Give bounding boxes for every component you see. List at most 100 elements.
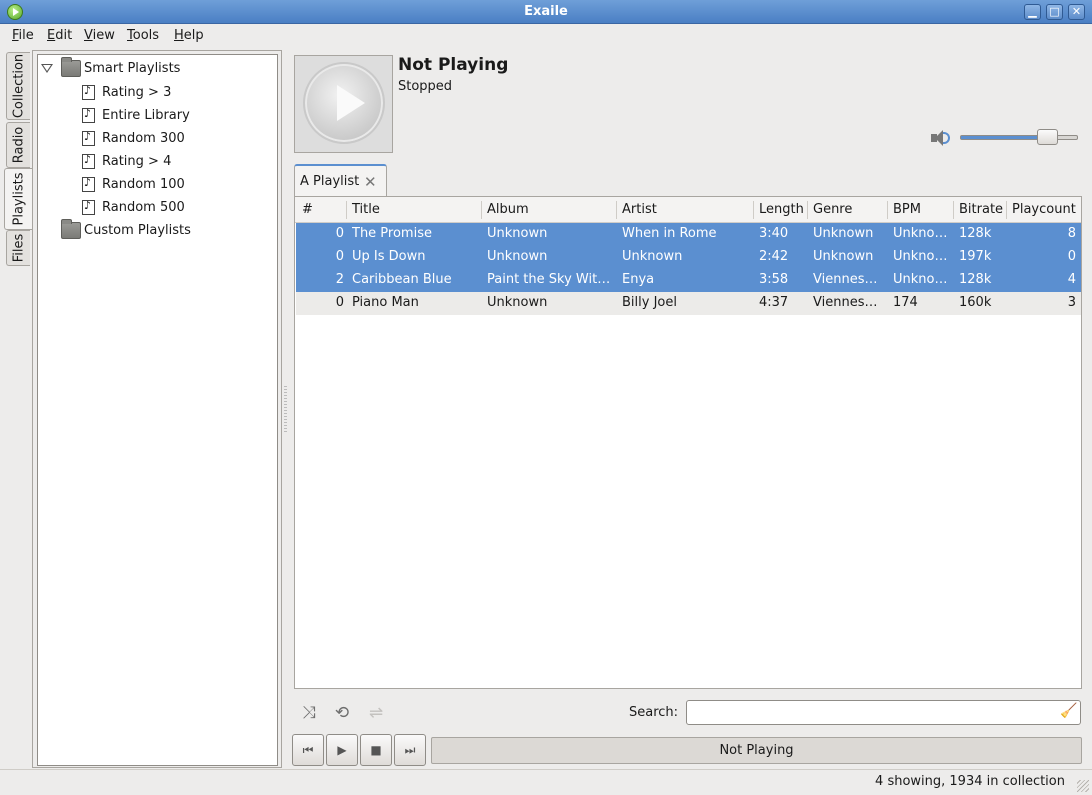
search-input[interactable] bbox=[686, 700, 1081, 725]
tree-row-smart-item[interactable]: Random 500 bbox=[38, 198, 277, 220]
tree-row-smart-item[interactable]: Rating > 3 bbox=[38, 83, 277, 105]
tab-files[interactable]: Files bbox=[6, 230, 30, 266]
cell-album: Paint the Sky Wit… bbox=[487, 272, 611, 287]
next-button[interactable]: ⏭ bbox=[394, 734, 426, 766]
tab-radio[interactable]: Radio bbox=[6, 122, 30, 168]
column-header-length[interactable]: Length bbox=[759, 202, 804, 217]
cell-number: 0 bbox=[335, 249, 344, 264]
playlists-panel: Smart Playlists Rating > 3 Entire Librar… bbox=[32, 50, 282, 768]
tree-row-smart-playlists[interactable]: Smart Playlists bbox=[38, 57, 277, 81]
cell-title: The Promise bbox=[352, 226, 432, 241]
column-header-album[interactable]: Album bbox=[487, 202, 529, 217]
menu-help[interactable]: Help bbox=[174, 28, 204, 43]
column-header-bitrate[interactable]: Bitrate bbox=[959, 202, 1003, 217]
cell-bpm: Unknown bbox=[893, 226, 951, 241]
column-header-bpm[interactable]: BPM bbox=[893, 202, 921, 217]
volume-knob[interactable] bbox=[1037, 129, 1058, 145]
cell-album: Unknown bbox=[487, 226, 548, 241]
stop-button[interactable]: ■ bbox=[360, 734, 392, 766]
cell-number: 2 bbox=[335, 272, 344, 287]
column-header-title[interactable]: Title bbox=[352, 202, 380, 217]
column-header-artist[interactable]: Artist bbox=[622, 202, 657, 217]
cell-playcount: 8 bbox=[1067, 226, 1076, 241]
folder-icon bbox=[61, 57, 81, 77]
cell-title: Piano Man bbox=[352, 295, 419, 310]
cell-bpm: 174 bbox=[893, 295, 918, 310]
playlist-file-icon bbox=[82, 153, 95, 169]
tree-row-smart-item[interactable]: Entire Library bbox=[38, 106, 277, 128]
dynamic-icon[interactable]: ⇌ bbox=[365, 704, 387, 722]
tree-label: Random 500 bbox=[102, 200, 185, 215]
cell-number: 0 bbox=[335, 226, 344, 241]
tab-playlists[interactable]: Playlists bbox=[4, 168, 32, 230]
playlist-file-icon bbox=[82, 84, 95, 100]
tree-label: Random 100 bbox=[102, 177, 185, 192]
table-row[interactable]: 2 Caribbean Blue Paint the Sky Wit… Enya… bbox=[296, 269, 1081, 292]
minimize-button[interactable]: ▁ bbox=[1024, 4, 1041, 20]
column-header-number[interactable]: # bbox=[302, 202, 313, 217]
table-header: # Title Album Artist Length Genre BPM Bi… bbox=[295, 197, 1081, 223]
tab-a-playlist[interactable]: A Playlist ✕ bbox=[294, 164, 387, 197]
expander-icon[interactable] bbox=[41, 64, 53, 73]
table-row[interactable]: 0 The Promise Unknown When in Rome 3:40 … bbox=[296, 223, 1081, 246]
playlist-table[interactable]: # Title Album Artist Length Genre BPM Bi… bbox=[294, 196, 1082, 689]
close-window-button[interactable]: ✕ bbox=[1068, 4, 1085, 20]
menu-view[interactable]: View bbox=[84, 28, 115, 43]
now-playing-status: Stopped bbox=[398, 79, 453, 94]
play-disc-icon bbox=[303, 62, 385, 144]
cell-length: 3:40 bbox=[759, 226, 789, 241]
cell-length: 3:58 bbox=[759, 272, 789, 287]
tree-label: Entire Library bbox=[102, 108, 190, 123]
volume-icon[interactable] bbox=[929, 129, 951, 147]
cell-artist: Unknown bbox=[622, 249, 683, 264]
tree-row-custom-playlists[interactable]: Custom Playlists bbox=[38, 219, 277, 243]
cell-genre: Unknown bbox=[813, 226, 874, 241]
menu-bar: File Edit View Tools Help bbox=[0, 25, 1092, 48]
cell-album: Unknown bbox=[487, 249, 548, 264]
tab-collection[interactable]: Collection bbox=[6, 52, 30, 120]
playlists-tree[interactable]: Smart Playlists Rating > 3 Entire Librar… bbox=[37, 54, 278, 766]
tree-row-smart-item[interactable]: Rating > 4 bbox=[38, 152, 277, 174]
cell-artist: Enya bbox=[622, 272, 655, 287]
tree-label: Smart Playlists bbox=[84, 61, 181, 76]
repeat-icon[interactable]: ⟲ bbox=[331, 704, 353, 722]
table-row[interactable]: 0 Piano Man Unknown Billy Joel 4:37 Vien… bbox=[296, 292, 1081, 315]
previous-button[interactable]: ⏮ bbox=[292, 734, 324, 766]
album-cover[interactable] bbox=[294, 55, 393, 153]
now-playing-title: Not Playing bbox=[398, 55, 509, 75]
volume-fill bbox=[961, 136, 1047, 139]
cell-bitrate: 197k bbox=[959, 249, 992, 264]
progress-bar[interactable]: Not Playing bbox=[431, 737, 1082, 764]
close-tab-icon[interactable]: ✕ bbox=[364, 173, 377, 191]
clear-search-icon[interactable]: 🧹 bbox=[1060, 703, 1077, 721]
playlist-file-icon bbox=[82, 130, 95, 146]
folder-icon bbox=[61, 219, 81, 239]
column-header-playcount[interactable]: Playcount bbox=[1012, 202, 1076, 217]
shuffle-icon[interactable]: ⤨ bbox=[298, 704, 320, 722]
cell-playcount: 3 bbox=[1067, 295, 1076, 310]
play-button[interactable]: ▶ bbox=[326, 734, 358, 766]
window-title: Exaile bbox=[524, 4, 568, 19]
tree-label: Custom Playlists bbox=[84, 223, 191, 238]
column-header-genre[interactable]: Genre bbox=[813, 202, 852, 217]
menu-file[interactable]: File bbox=[12, 28, 34, 43]
maximize-button[interactable]: □ bbox=[1046, 4, 1063, 20]
title-bar: Exaile ▁ □ ✕ bbox=[0, 0, 1092, 24]
cell-bitrate: 128k bbox=[959, 226, 992, 241]
tree-label: Rating > 4 bbox=[102, 154, 172, 169]
tree-row-smart-item[interactable]: Random 100 bbox=[38, 175, 277, 197]
table-row[interactable]: 0 Up Is Down Unknown Unknown 2:42 Unknow… bbox=[296, 246, 1081, 269]
tree-row-smart-item[interactable]: Random 300 bbox=[38, 129, 277, 151]
menu-edit[interactable]: Edit bbox=[47, 28, 72, 43]
playlist-file-icon bbox=[82, 107, 95, 123]
menu-tools[interactable]: Tools bbox=[127, 28, 159, 43]
cell-genre: Unknown bbox=[813, 249, 874, 264]
tree-label: Rating > 3 bbox=[102, 85, 172, 100]
pane-resize-handle[interactable] bbox=[284, 386, 287, 432]
playlist-tab-label: A Playlist bbox=[300, 174, 360, 189]
status-bar: 4 showing, 1934 in collection bbox=[0, 769, 1092, 795]
volume-slider[interactable] bbox=[960, 135, 1078, 140]
tree-label: Random 300 bbox=[102, 131, 185, 146]
resize-grip[interactable] bbox=[1077, 780, 1089, 792]
cell-artist: Billy Joel bbox=[622, 295, 677, 310]
